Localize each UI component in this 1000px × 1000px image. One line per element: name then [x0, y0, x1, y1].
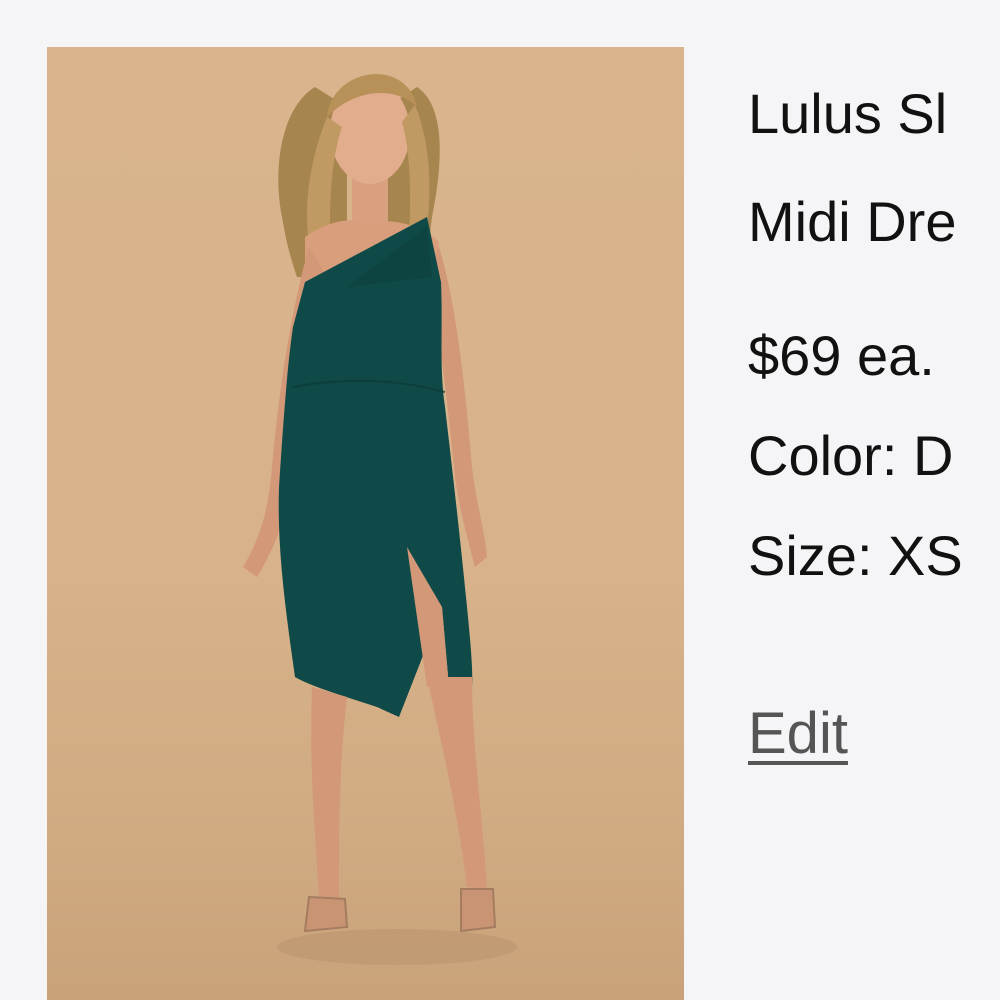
product-size: Size: XS [748, 524, 963, 587]
product-details: Lulus Sl Midi Dre $69 ea. Color: D Size:… [748, 60, 1000, 606]
order-item-card: Lulus Sl Midi Dre $69 ea. Color: D Size:… [0, 0, 1000, 1000]
edit-link[interactable]: Edit [748, 700, 848, 767]
product-color: Color: D [748, 424, 954, 487]
model-illustration [243, 74, 517, 965]
product-image[interactable] [47, 47, 684, 1000]
product-title-line-2: Midi Dre [748, 190, 957, 253]
product-price: $69 ea. [748, 324, 935, 387]
product-title[interactable]: Lulus Sl Midi Dre [748, 60, 1000, 276]
product-title-line-1: Lulus Sl [748, 82, 948, 145]
